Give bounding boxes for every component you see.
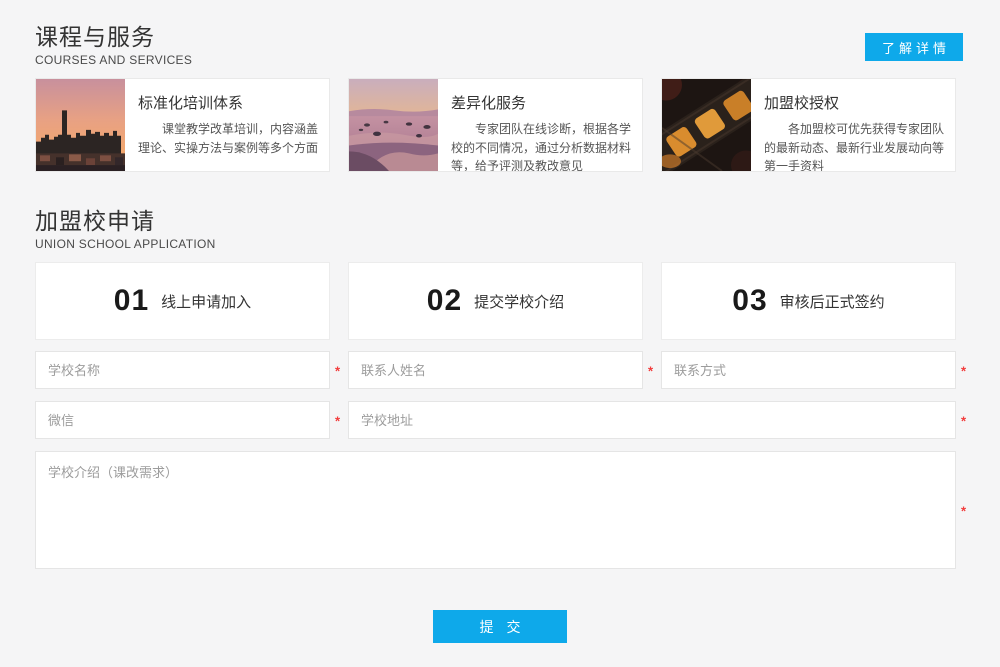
step-3-sign-contract: 03 审核后正式签约 [661, 262, 956, 340]
form-row-2: * * [35, 401, 956, 439]
card-franchise-authorization: 加盟校授权 各加盟校可优先获得专家团队的最新动态、最新行业发展动向等第一手资料 [661, 78, 956, 172]
application-subtitle: UNION SCHOOL APPLICATION [35, 237, 216, 251]
school-address-input[interactable] [348, 401, 956, 439]
required-marker: * [961, 505, 966, 518]
step-number: 03 [732, 284, 767, 318]
contact-name-field-wrap: * [348, 351, 643, 389]
required-marker: * [335, 415, 340, 428]
application-steps: 01 线上申请加入 02 提交学校介绍 03 审核后正式签约 [35, 262, 956, 340]
step-label: 提交学校介绍 [474, 291, 564, 312]
school-name-field-wrap: * [35, 351, 330, 389]
step-number: 01 [114, 284, 149, 318]
film-strip-image [662, 79, 751, 171]
card-title: 加盟校授权 [764, 92, 947, 113]
wechat-input[interactable] [35, 401, 330, 439]
courses-title: 课程与服务 [35, 24, 192, 50]
school-intro-field-wrap: * [35, 451, 956, 569]
wechat-field-wrap: * [35, 401, 330, 439]
school-address-field-wrap: * [348, 401, 956, 439]
required-marker: * [961, 415, 966, 428]
card-title: 标准化培训体系 [138, 92, 321, 113]
contact-method-input[interactable] [661, 351, 956, 389]
submit-button[interactable]: 提交 [433, 610, 567, 643]
card-training-system: 标准化培训体系 课堂教学改革培训，内容涵盖理论、实操方法与案例等多个方面 [35, 78, 330, 172]
contact-name-input[interactable] [348, 351, 643, 389]
step-1-online-apply: 01 线上申请加入 [35, 262, 330, 340]
city-skyline-sunset-image [36, 79, 125, 171]
application-title: 加盟校申请 [35, 208, 216, 234]
step-number: 02 [427, 284, 462, 318]
school-name-input[interactable] [35, 351, 330, 389]
learn-more-button[interactable]: 了解详情 [865, 33, 963, 61]
step-label: 线上申请加入 [161, 291, 251, 312]
card-description: 专家团队在线诊断，根据各学校的不同情况，通过分析数据材料等，给予评测及教改意见 [451, 120, 634, 172]
courses-section-header: 课程与服务 COURSES AND SERVICES [35, 24, 192, 67]
card-differentiated-service: 差异化服务 专家团队在线诊断，根据各学校的不同情况，通过分析数据材料等，给予评测… [348, 78, 643, 172]
form-row-1: * * * [35, 351, 956, 389]
course-cards: 标准化培训体系 课堂教学改革培训，内容涵盖理论、实操方法与案例等多个方面 [35, 78, 956, 172]
desert-dunes-image [349, 79, 438, 171]
required-marker: * [648, 365, 653, 378]
school-intro-textarea[interactable] [35, 451, 956, 569]
required-marker: * [335, 365, 340, 378]
contact-method-field-wrap: * [661, 351, 956, 389]
courses-subtitle: COURSES AND SERVICES [35, 53, 192, 67]
card-title: 差异化服务 [451, 92, 634, 113]
card-description: 课堂教学改革培训，内容涵盖理论、实操方法与案例等多个方面 [138, 120, 321, 157]
form-row-3: * [35, 451, 956, 569]
application-section-header: 加盟校申请 UNION SCHOOL APPLICATION [35, 208, 216, 251]
step-label: 审核后正式签约 [780, 291, 885, 312]
required-marker: * [961, 365, 966, 378]
card-description: 各加盟校可优先获得专家团队的最新动态、最新行业发展动向等第一手资料 [764, 120, 947, 172]
step-2-submit-intro: 02 提交学校介绍 [348, 262, 643, 340]
